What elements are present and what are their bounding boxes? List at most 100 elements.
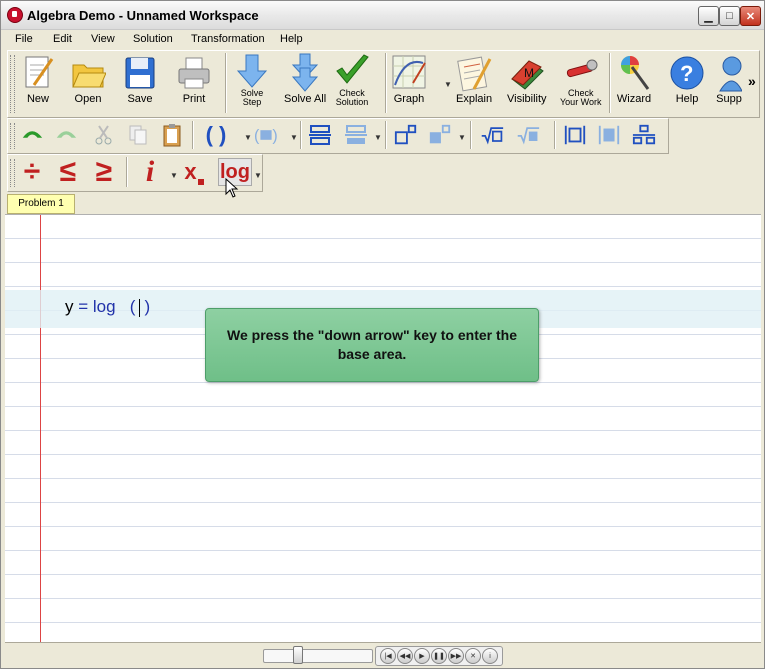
menu-file[interactable]: File [15,33,33,45]
solve-all-button[interactable]: Solve All [284,53,326,105]
help-button[interactable]: ? Help [669,53,705,105]
playback-slider-thumb[interactable] [293,646,303,664]
paste-button[interactable] [160,123,184,147]
toolbar-overflow-icon[interactable]: » [748,73,756,89]
toolbar-grip[interactable] [10,55,15,113]
power-button[interactable] [428,123,452,147]
workspace-document[interactable]: y = log () We press the "down arrow" key… [5,214,761,642]
divide-icon: ÷ [23,155,41,188]
formula-variable-y: y [65,297,74,316]
open-button[interactable]: Open [70,53,106,105]
pause-icon[interactable]: ❚❚ [431,648,447,664]
text-cursor [139,298,141,317]
title-bar[interactable]: Algebra Demo - Unnamed Workspace ▁ □ ✕ [1,1,764,30]
svg-text:): ) [272,128,277,145]
italic-i-button[interactable]: i [138,155,162,188]
absolute-value-button[interactable] [563,123,587,147]
equation-line[interactable]: y = log () [65,297,150,317]
formula-equals: = [78,297,89,316]
window-title: Algebra Demo - Unnamed Workspace [27,8,259,23]
menu-help[interactable]: Help [280,33,303,45]
italic-dropdown-icon[interactable]: ▼ [170,171,178,180]
toolbar-separator [385,121,387,149]
tab-strip: Problem 1 [5,194,762,214]
greater-equal-button[interactable]: ≥ [92,155,116,188]
menu-transformation[interactable]: Transformation [191,33,265,45]
undo-icon [22,131,43,138]
graph-dropdown-icon[interactable]: ▼ [444,80,452,89]
new-button[interactable]: New [20,53,56,105]
help-question-icon: ? [670,56,704,90]
clipboard-icon [163,124,181,147]
copy-button[interactable] [126,123,150,147]
app-logo-icon[interactable] [7,7,23,23]
power-dropdown-icon[interactable]: ▼ [458,133,466,142]
menu-solution[interactable]: Solution [133,33,173,45]
parentheses-button[interactable]: ( ) [204,122,228,147]
rewind-start-icon[interactable]: |◀ [380,648,396,664]
close-button[interactable]: ✕ [740,6,761,26]
close-icon: ✕ [745,10,756,23]
check-your-work-button[interactable]: Check Your Work [560,53,602,107]
menu-edit[interactable]: Edit [53,33,72,45]
less-equal-button[interactable]: ≤ [56,155,80,188]
stop-icon[interactable]: ✕ [465,648,481,664]
superscript-button[interactable] [394,123,418,147]
svg-text:(: ( [254,128,260,145]
absolute-value-icon [564,125,586,145]
undo-button[interactable] [20,123,44,147]
toolbar-separator [385,53,387,113]
playback-slider[interactable] [263,649,373,663]
redo-icon [56,131,77,138]
menu-view[interactable]: View [91,33,115,45]
explain-button[interactable]: Explain [456,53,492,105]
play-icon[interactable]: ▶ [414,648,430,664]
bracket-box-button[interactable]: () [254,123,278,147]
toolbar-grip[interactable] [10,159,15,187]
check-solution-button[interactable]: Check Solution [334,53,370,107]
parentheses-dropdown-icon[interactable]: ▼ [244,133,252,142]
save-button[interactable]: Save [122,53,158,105]
wizard-button[interactable]: Wizard [616,53,652,105]
svg-text:?: ? [680,61,693,86]
superscript-icon [394,124,417,145]
tutorial-callout: We press the "down arrow" key to enter t… [205,308,539,382]
square-root-button[interactable] [480,123,504,147]
print-button[interactable]: Print [176,53,212,105]
long-division-button[interactable] [632,123,656,147]
graph-button[interactable]: Graph [391,53,427,105]
solve-step-button[interactable]: Solve Step [234,53,270,107]
fraction-dropdown-icon[interactable]: ▼ [374,133,382,142]
maximize-button[interactable]: □ [719,6,740,26]
forward-icon[interactable]: ▶▶ [448,648,464,664]
toolbar-separator [225,53,227,113]
cut-button[interactable] [92,123,116,147]
absolute-fill-icon [598,125,620,145]
subscript-button[interactable]: x [182,159,206,185]
divide-button[interactable]: ÷ [20,155,44,188]
toolbar-grip[interactable] [10,123,15,149]
double-down-arrow-icon [291,53,319,92]
redo-button[interactable] [54,123,78,147]
support-button[interactable]: Supp [716,53,742,105]
edit-toolbar: ( ) ▼ () ▼ ▼ ▼ [7,118,669,154]
svg-text:M: M [524,66,534,80]
margin-line [40,215,41,642]
subscript-icon: x [184,159,204,185]
mixed-fraction-button[interactable] [344,123,368,147]
fraction-button[interactable] [308,123,332,147]
log-dropdown-icon[interactable]: ▼ [254,171,262,180]
toolbar-separator [126,157,128,187]
rewind-icon[interactable]: ◀◀ [397,648,413,664]
minimize-button[interactable]: ▁ [698,6,719,26]
nth-root-button[interactable] [516,123,540,147]
absolute-fill-button[interactable] [597,123,621,147]
tab-problem-1[interactable]: Problem 1 [7,194,75,214]
info-icon[interactable]: i [482,648,498,664]
printer-icon [178,57,210,89]
bracket-dropdown-icon[interactable]: ▼ [290,133,298,142]
visibility-button[interactable]: M Visibility [507,53,547,105]
explain-notepad-icon [457,56,492,92]
maximize-icon: □ [726,10,733,22]
toolbar-separator [609,53,611,113]
